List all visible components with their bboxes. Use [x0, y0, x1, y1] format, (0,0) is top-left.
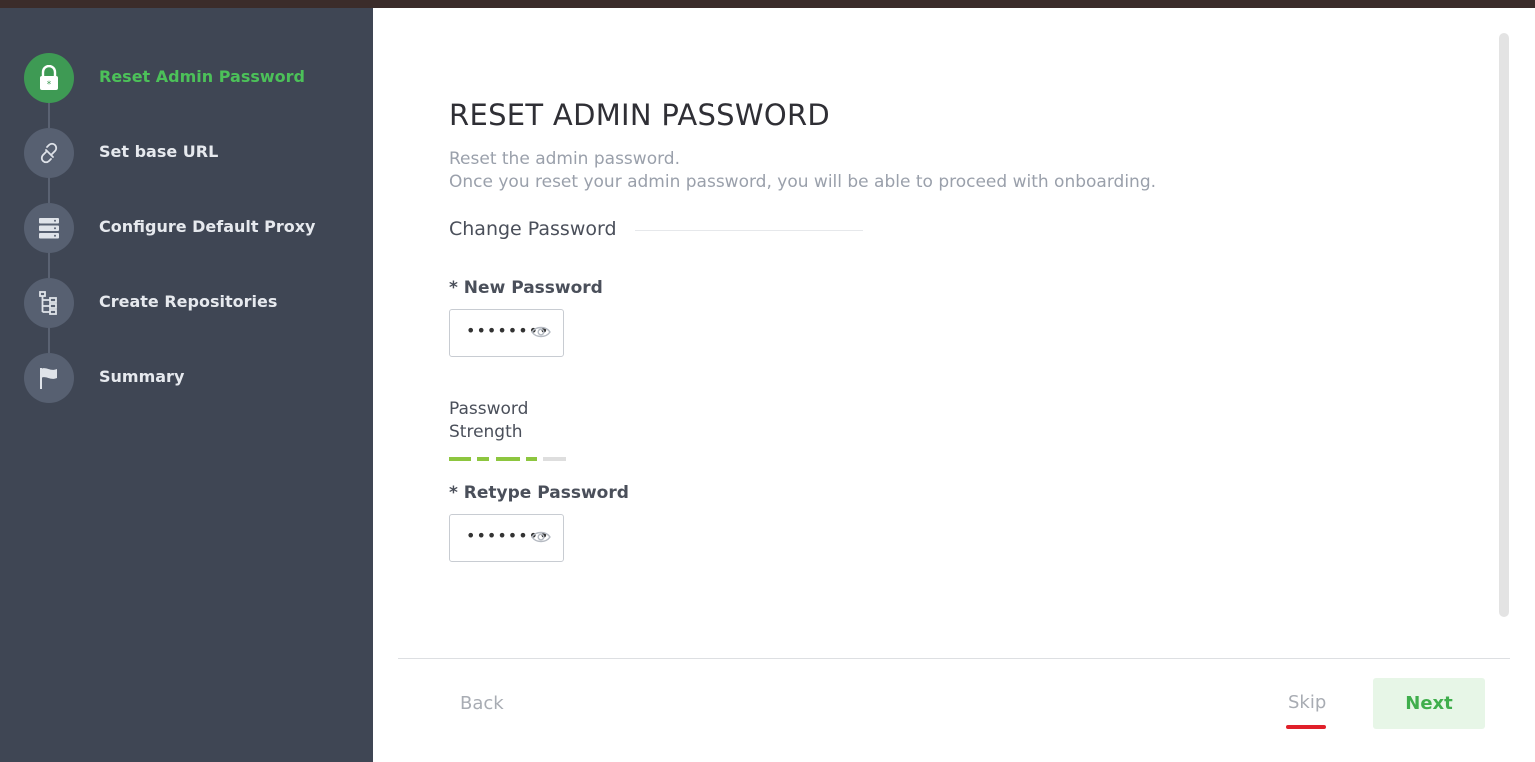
- step-label: Summary: [99, 367, 185, 386]
- skip-button[interactable]: Skip: [1288, 692, 1326, 713]
- step-set-base-url[interactable]: Set base URL: [24, 128, 364, 178]
- strength-label-line: Strength: [449, 422, 523, 442]
- step-configure-default-proxy[interactable]: Configure Default Proxy: [24, 203, 364, 253]
- strength-segment: [477, 457, 489, 461]
- tree-icon: [24, 278, 74, 328]
- strength-segment: [543, 457, 566, 461]
- page-description: Once you reset your admin password, you …: [449, 172, 1157, 192]
- section-divider: [635, 230, 863, 231]
- password-strength-label: Password Strength: [449, 398, 528, 444]
- retype-password-field[interactable]: ••••••••: [449, 514, 564, 562]
- strength-segment: [496, 457, 520, 461]
- lock-icon: *: [24, 53, 74, 103]
- next-button[interactable]: Next: [1373, 678, 1485, 729]
- strength-segment: [526, 457, 537, 461]
- new-password-field[interactable]: ••••••••: [449, 309, 564, 357]
- server-icon: [24, 203, 74, 253]
- wizard-content: RESET ADMIN PASSWORD Reset the admin pas…: [373, 8, 1535, 762]
- retype-password-label: * Retype Password: [449, 483, 629, 503]
- step-label: Set base URL: [99, 142, 219, 161]
- step-label: Create Repositories: [99, 292, 278, 311]
- password-strength-meter: [449, 457, 566, 461]
- wizard-sidebar: * Reset Admin Password Set base URL Conf…: [0, 8, 373, 762]
- step-summary[interactable]: Summary: [24, 353, 364, 403]
- step-label: Configure Default Proxy: [99, 217, 316, 236]
- strength-segment: [449, 457, 471, 461]
- footer-divider: [398, 658, 1510, 659]
- page-description: Reset the admin password.: [449, 149, 680, 169]
- link-icon: [24, 128, 74, 178]
- page-title: RESET ADMIN PASSWORD: [449, 98, 831, 132]
- content-scrollbar[interactable]: [1499, 33, 1509, 617]
- section-title: Change Password: [449, 218, 617, 240]
- eye-icon[interactable]: [531, 530, 551, 544]
- back-button[interactable]: Back: [460, 693, 504, 714]
- eye-icon[interactable]: [531, 325, 551, 339]
- step-reset-admin-password[interactable]: * Reset Admin Password: [24, 53, 364, 103]
- browser-top-strip: [0, 0, 1535, 8]
- step-create-repositories[interactable]: Create Repositories: [24, 278, 364, 328]
- svg-text:*: *: [47, 80, 52, 90]
- new-password-label: * New Password: [449, 278, 603, 298]
- step-label: Reset Admin Password: [99, 67, 305, 86]
- strength-label-line: Password: [449, 399, 529, 419]
- skip-underline-mark: [1286, 725, 1326, 729]
- flag-icon: [24, 353, 74, 403]
